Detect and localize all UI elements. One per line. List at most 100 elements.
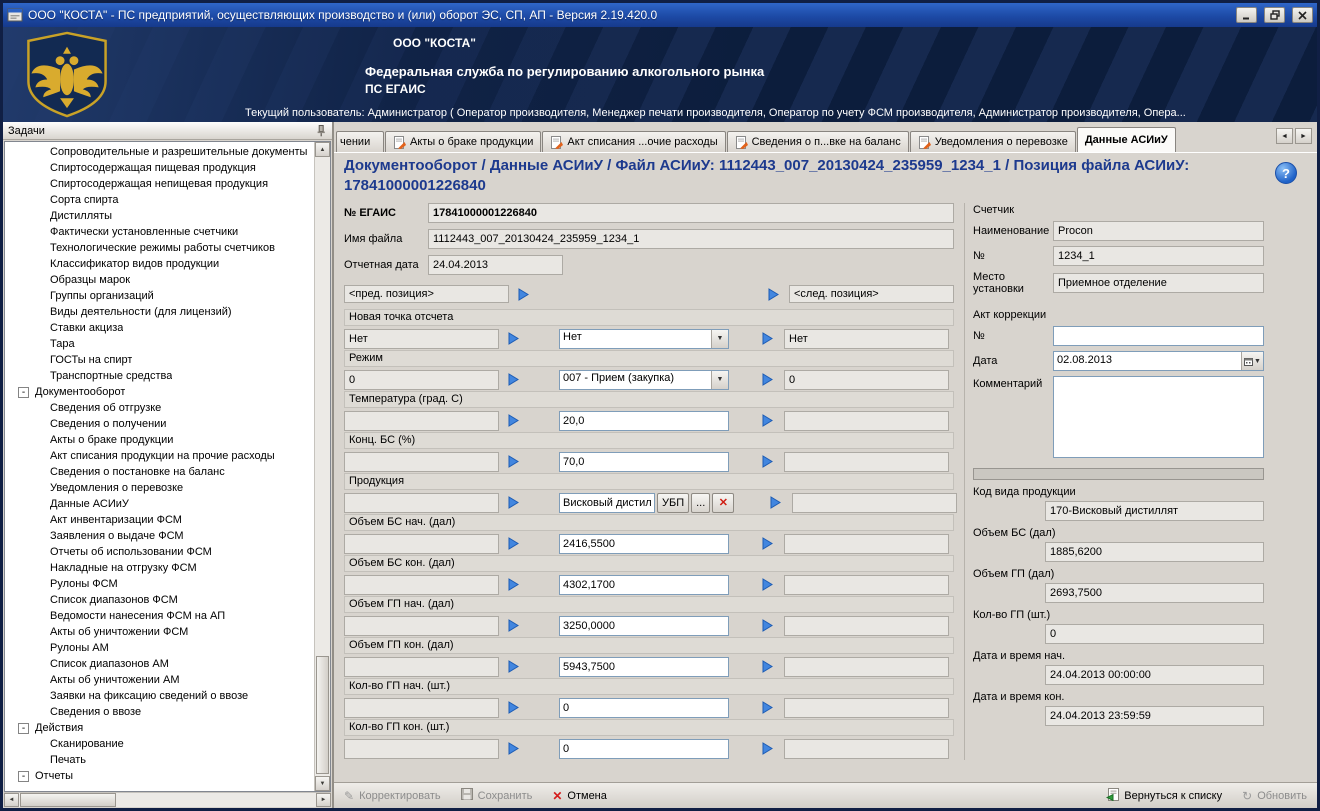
combo-dropdown-icon[interactable]: ▼ bbox=[711, 329, 728, 348]
next-value-box bbox=[784, 533, 949, 554]
value-input[interactable] bbox=[559, 574, 729, 595]
position-row: Кол-во ГП нач. (шт.) bbox=[344, 678, 954, 718]
tab-item[interactable]: Акты о браке продукции bbox=[385, 131, 542, 152]
tab-item[interactable]: Уведомления о перевозке bbox=[909, 131, 1076, 152]
tree-item[interactable]: Образцы марок bbox=[5, 272, 314, 288]
tab-item[interactable]: Сведения о п...вке на баланс bbox=[726, 131, 909, 152]
tree-item[interactable]: Данные АСИиУ bbox=[5, 496, 314, 512]
tree-item[interactable]: Уведомления о перевозке bbox=[5, 480, 314, 496]
tree-item[interactable]: Накладные на отгрузку ФСМ bbox=[5, 560, 314, 576]
clear-product-button[interactable]: ✕ bbox=[712, 492, 735, 513]
value-input[interactable] bbox=[559, 410, 729, 431]
tree-item[interactable]: Акт списания продукции на прочие расходы bbox=[5, 448, 314, 464]
correction-number-input[interactable] bbox=[1053, 326, 1264, 346]
tree-item[interactable]: Акты о браке продукции bbox=[5, 432, 314, 448]
next-position-button[interactable]: <след. позиция> bbox=[789, 285, 954, 303]
value-input[interactable] bbox=[559, 738, 729, 759]
tree-item[interactable]: Отчеты об использовании ФСМ bbox=[5, 544, 314, 560]
tree-item[interactable]: Список диапазонов АМ bbox=[5, 656, 314, 672]
tab-item[interactable]: Акт списания ...очие расходы bbox=[542, 131, 726, 152]
minimize-button[interactable] bbox=[1236, 7, 1257, 23]
tree-item[interactable]: Печать bbox=[5, 752, 314, 768]
scroll-down-icon[interactable]: ▼ bbox=[315, 776, 330, 791]
correction-date-picker[interactable]: 02.08.2013 ▼ bbox=[1053, 351, 1264, 371]
help-button[interactable]: ? bbox=[1275, 162, 1297, 184]
tree-item[interactable]: Заявления о выдаче ФСМ bbox=[5, 528, 314, 544]
tab-scroll-left-icon[interactable]: ◄ bbox=[1276, 128, 1293, 144]
tree-item[interactable]: Группы организаций bbox=[5, 288, 314, 304]
tab-active[interactable]: Данные АСИиУ bbox=[1076, 127, 1176, 152]
tree-item-label: Сведения о получении bbox=[50, 418, 167, 430]
browse-button[interactable]: ... bbox=[691, 492, 711, 513]
tree-expander-icon[interactable]: - bbox=[18, 770, 29, 782]
value-combobox[interactable]: 007 - Прием (закупка) ▼ bbox=[559, 369, 729, 390]
scroll-left-icon[interactable]: ◄ bbox=[4, 793, 19, 807]
tree-item[interactable]: Ведомости нанесения ФСМ на АП bbox=[5, 608, 314, 624]
tree-expander-icon[interactable]: - bbox=[18, 722, 29, 734]
row-label: Кол-во ГП кон. (шт.) bbox=[344, 719, 954, 736]
value-input[interactable] bbox=[559, 656, 729, 677]
tree-item[interactable]: Ставки акциза bbox=[5, 320, 314, 336]
tree-item[interactable]: Дистилляты bbox=[5, 208, 314, 224]
arrow-right-icon bbox=[499, 537, 559, 550]
tab-item[interactable]: чении bbox=[336, 131, 384, 152]
tree-expander-icon[interactable]: - bbox=[18, 386, 29, 398]
correction-date-value: 02.08.2013 bbox=[1057, 354, 1113, 366]
pin-icon[interactable] bbox=[314, 124, 327, 137]
product-input[interactable] bbox=[559, 492, 655, 513]
value-input[interactable] bbox=[559, 615, 729, 636]
prev-position-button[interactable]: <пред. позиция> bbox=[344, 285, 509, 303]
tree-item[interactable]: Сорта спирта bbox=[5, 192, 314, 208]
arrow-right-icon bbox=[499, 578, 559, 591]
banner-company: ООО "КОСТА" bbox=[393, 36, 476, 50]
cancel-button[interactable]: ✕ Отмена bbox=[552, 789, 607, 803]
tree-item[interactable]: ГОСТы на спирт bbox=[5, 352, 314, 368]
restore-button[interactable] bbox=[1264, 7, 1285, 23]
tree-item[interactable]: Сведения об отгрузке bbox=[5, 400, 314, 416]
tree-item[interactable]: Транспортные средства bbox=[5, 368, 314, 384]
tree-item[interactable]: Сведения о получении bbox=[5, 416, 314, 432]
save-button-label: Сохранить bbox=[477, 789, 533, 802]
tree-item[interactable]: Список диапазонов ФСМ bbox=[5, 592, 314, 608]
back-to-list-button[interactable]: Вернуться к списку bbox=[1106, 787, 1222, 804]
tree-item[interactable]: Заявки на фиксацию сведений о ввозе bbox=[5, 688, 314, 704]
value-input[interactable] bbox=[559, 697, 729, 718]
tree-item[interactable]: Спиртосодержащая пищевая продукция bbox=[5, 160, 314, 176]
horizontal-scroll-thumb[interactable] bbox=[20, 793, 116, 807]
prev-value-box bbox=[344, 738, 499, 759]
tree-item[interactable]: Сопроводительные и разрешительные докуме… bbox=[5, 144, 314, 160]
tree-item[interactable]: Сканирование bbox=[5, 736, 314, 752]
tree-item[interactable]: Акты об уничтожении АМ bbox=[5, 672, 314, 688]
vertical-scroll-thumb[interactable] bbox=[316, 656, 329, 774]
tree-vertical-scrollbar[interactable]: ▲ ▼ bbox=[314, 142, 330, 791]
tab-label: Данные АСИиУ bbox=[1084, 134, 1168, 146]
tree-item[interactable]: Виды деятельности (для лицензий) bbox=[5, 304, 314, 320]
tree-item[interactable]: Классификатор видов продукции bbox=[5, 256, 314, 272]
comment-textarea[interactable] bbox=[1053, 376, 1264, 458]
tree-item[interactable]: Акты об уничтожении ФСМ bbox=[5, 624, 314, 640]
tree-item[interactable]: - Документооборот bbox=[5, 384, 314, 400]
tree-item[interactable]: Сведения о ввозе bbox=[5, 704, 314, 720]
tree-item[interactable]: Технологические режимы работы счетчиков bbox=[5, 240, 314, 256]
tree-item[interactable]: Рулоны АМ bbox=[5, 640, 314, 656]
value-combobox[interactable]: Нет ▼ bbox=[559, 328, 729, 349]
ubp-button[interactable]: УБП bbox=[657, 492, 690, 513]
scroll-right-icon[interactable]: ► bbox=[316, 793, 331, 807]
tree-item[interactable]: Тара bbox=[5, 336, 314, 352]
scroll-up-icon[interactable]: ▲ bbox=[315, 142, 330, 157]
tab-scroll-right-icon[interactable]: ► bbox=[1295, 128, 1312, 144]
tree-item[interactable]: Сведения о постановке на баланс bbox=[5, 464, 314, 480]
value-input[interactable] bbox=[559, 533, 729, 554]
combo-dropdown-icon[interactable]: ▼ bbox=[711, 370, 728, 389]
value-input[interactable] bbox=[559, 451, 729, 472]
tree-item[interactable]: Рулоны ФСМ bbox=[5, 576, 314, 592]
tree-item[interactable]: Акт инвентаризации ФСМ bbox=[5, 512, 314, 528]
tree-item[interactable]: - Отчеты bbox=[5, 768, 314, 784]
close-button[interactable] bbox=[1292, 7, 1313, 23]
calendar-dropdown-icon[interactable]: ▼ bbox=[1241, 352, 1263, 370]
tree-horizontal-scrollbar[interactable]: ◄ ► bbox=[4, 792, 331, 807]
tree-item-label: Сорта спирта bbox=[50, 194, 119, 206]
tree-item[interactable]: Фактически установленные счетчики bbox=[5, 224, 314, 240]
tree-item[interactable]: - Действия bbox=[5, 720, 314, 736]
tree-item[interactable]: Спиртосодержащая непищевая продукция bbox=[5, 176, 314, 192]
